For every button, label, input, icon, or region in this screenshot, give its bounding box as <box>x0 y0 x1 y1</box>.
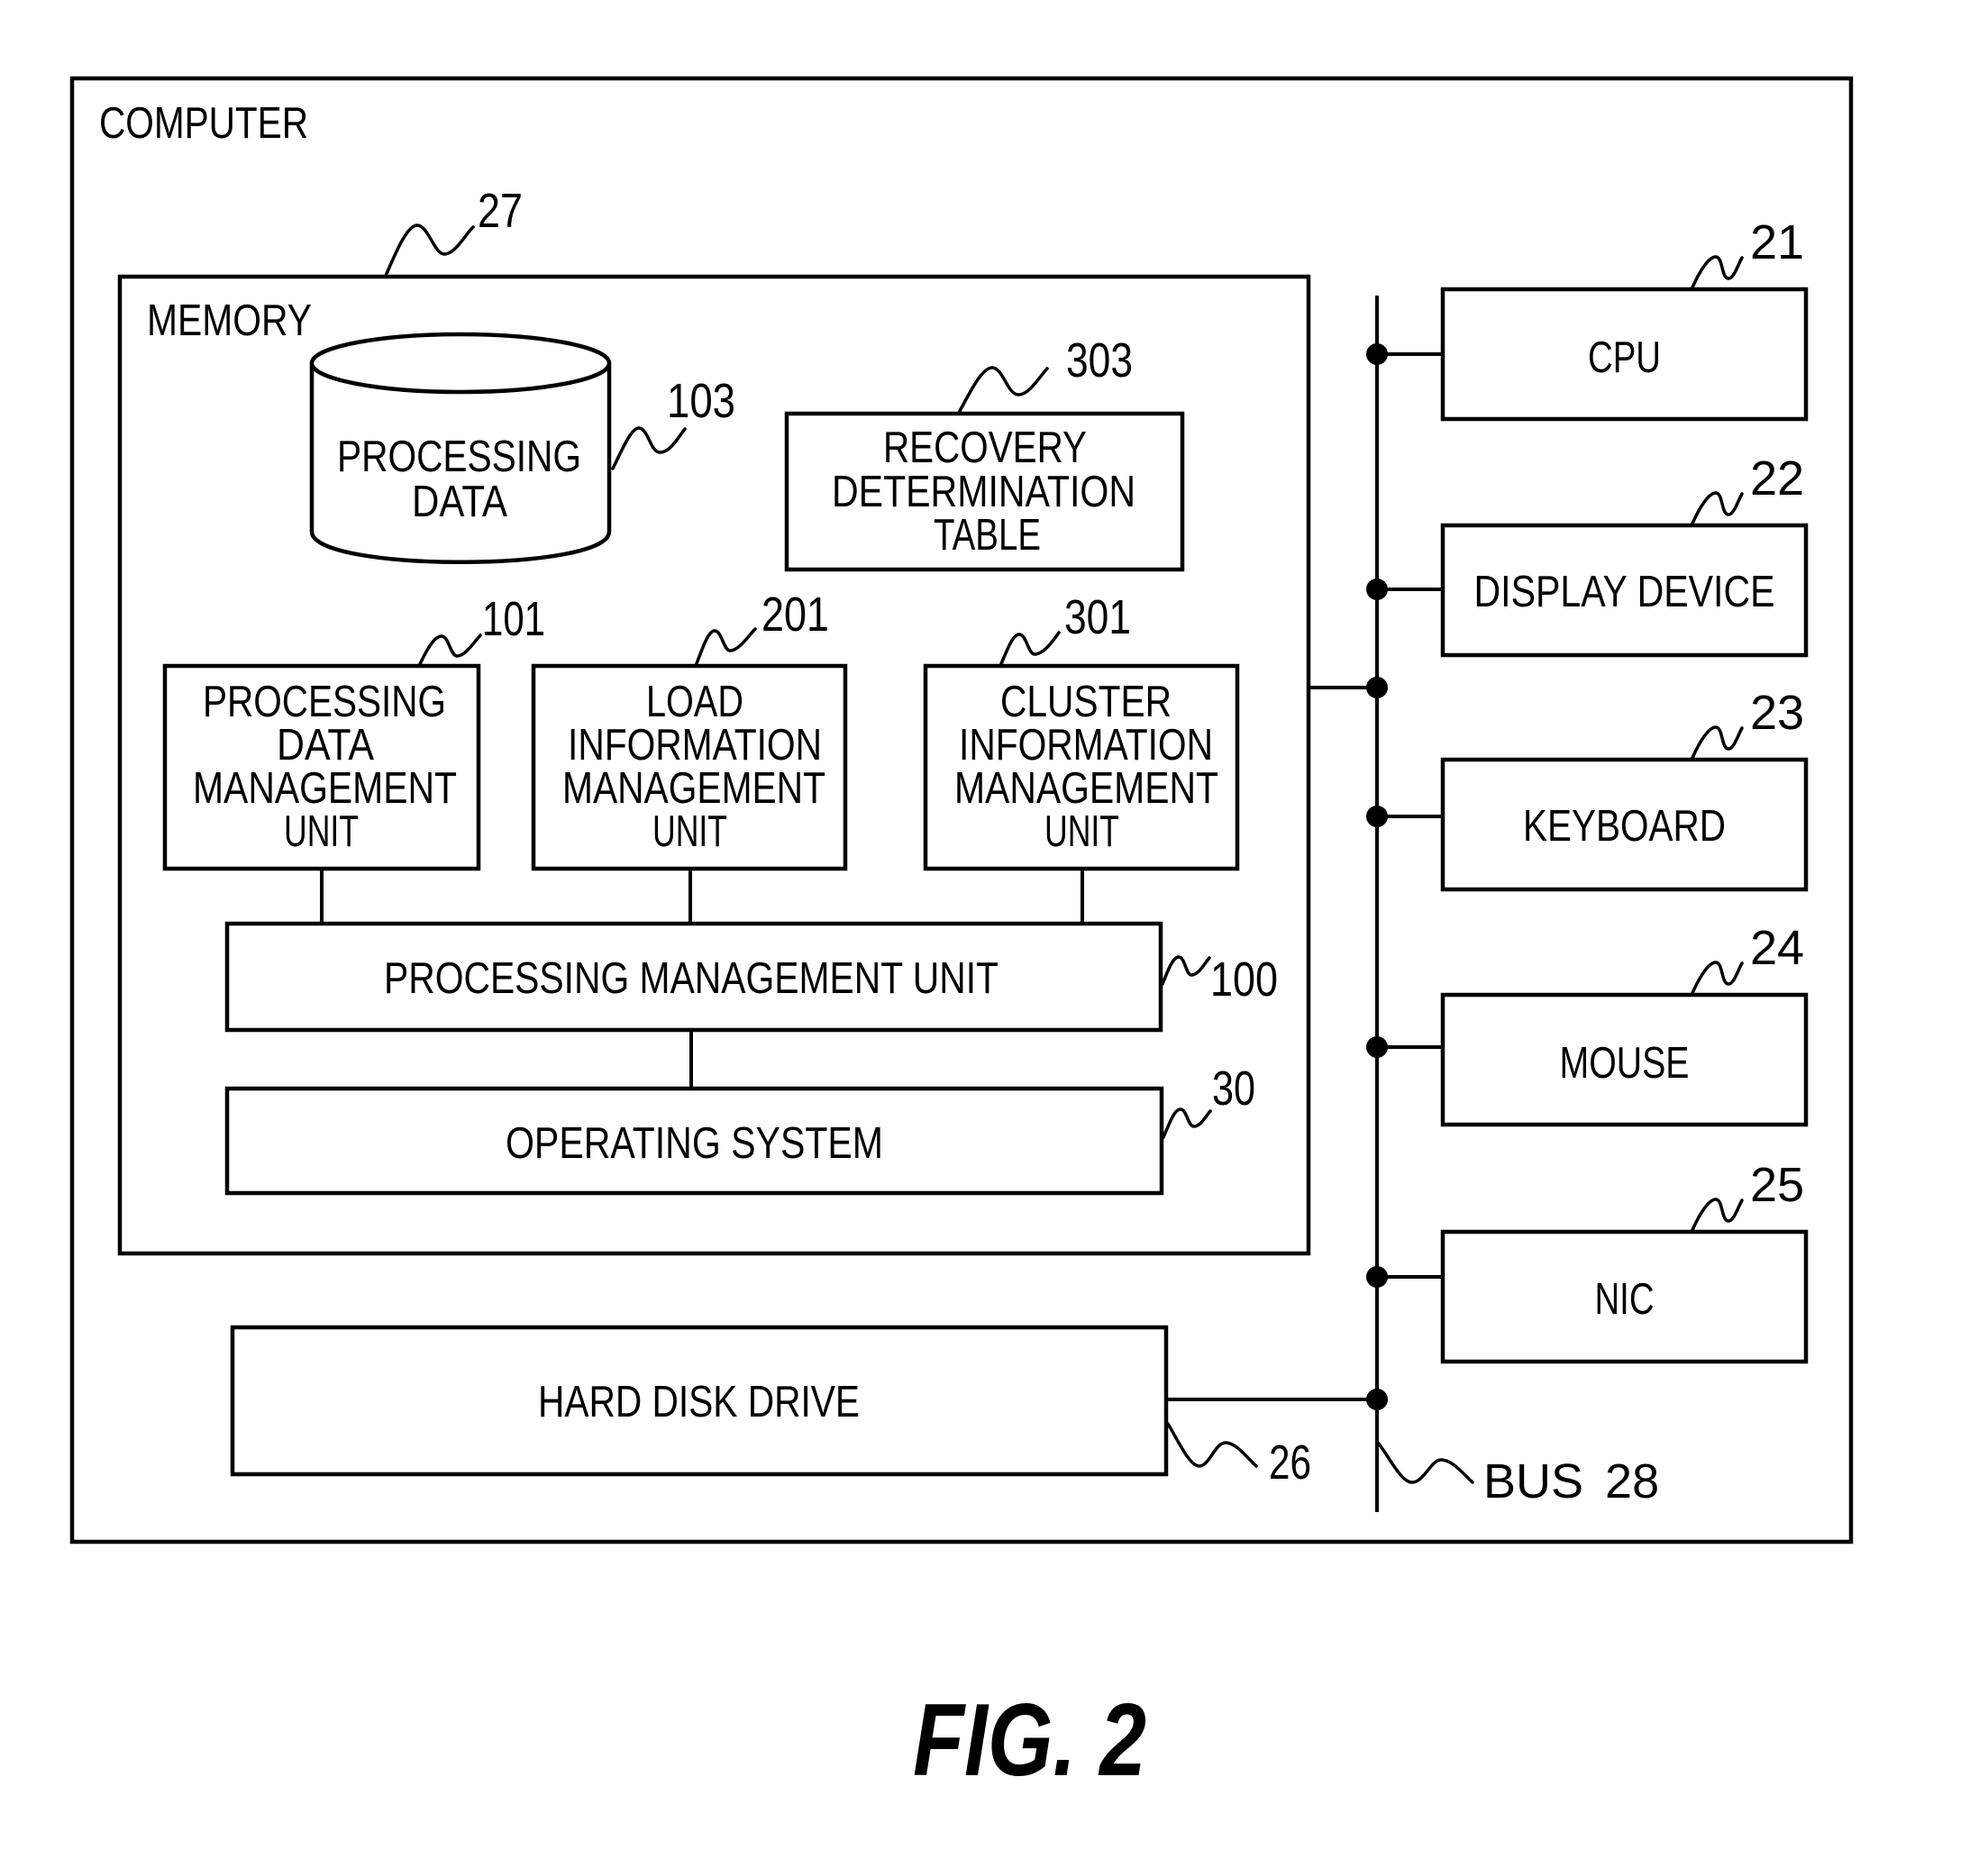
unit-label-line-1: LOAD <box>646 678 743 726</box>
pmu-label: PROCESSING MANAGEMENT UNIT <box>384 954 999 1003</box>
device-reference-numeral: 25 <box>1750 1158 1804 1212</box>
unit-label-line-4: UNIT <box>1044 807 1119 856</box>
recovery-table-label-line-1: RECOVERY <box>883 424 1087 472</box>
device-reference-numeral: 23 <box>1750 686 1804 740</box>
unit-label-line-2: DATA <box>277 721 374 770</box>
hdd-bus-junction-dot <box>1366 1389 1388 1410</box>
hdd-reference-numeral: 26 <box>1269 1435 1311 1490</box>
processing-management-unit: PROCESSING MANAGEMENT UNIT 100 <box>224 921 1278 1033</box>
bus-label-text: BUS <box>1483 1454 1583 1508</box>
device-reference-numeral: 21 <box>1750 215 1804 269</box>
os-label: OPERATING SYSTEM <box>506 1119 883 1168</box>
bus-label: BUS 28 <box>1483 1454 1659 1508</box>
unit-label-line-2: INFORMATION <box>568 721 822 770</box>
recovery-table-label-line-2: DETERMINATION <box>832 468 1135 516</box>
device-label: DISPLAY DEVICE <box>1474 568 1775 616</box>
device-label: KEYBOARD <box>1523 802 1726 851</box>
device-bus-junction-dot <box>1366 343 1388 365</box>
memory-label: MEMORY <box>147 296 312 345</box>
device-label: CPU <box>1588 333 1661 382</box>
recovery-table-reference-numeral: 303 <box>1066 333 1133 387</box>
unit-label-line-3: MANAGEMENT <box>954 764 1218 813</box>
unit-reference-numeral: 301 <box>1064 590 1131 644</box>
device-label: MOUSE <box>1560 1039 1690 1088</box>
computer-label: COMPUTER <box>99 99 308 148</box>
device-label: NIC <box>1595 1275 1655 1324</box>
unit-label-line-4: UNIT <box>284 807 359 856</box>
processing-data-label-line-1: PROCESSING <box>337 433 581 481</box>
unit-label-line-3: MANAGEMENT <box>562 764 825 813</box>
hard-disk-drive: HARD DISK DRIVE 26 <box>230 1325 1311 1490</box>
processing-data-label-line-2: DATA <box>412 478 507 526</box>
os-reference-numeral: 30 <box>1212 1062 1255 1116</box>
device-bus-junction-dot <box>1366 1036 1388 1058</box>
device-bus-junction-dot <box>1366 806 1388 827</box>
unit-reference-numeral: 101 <box>482 592 545 646</box>
device-reference-numeral: 22 <box>1750 451 1804 506</box>
cylinder-top <box>309 332 612 395</box>
memory-reference-numeral: 27 <box>478 184 523 238</box>
computer-block-diagram: COMPUTER MEMORY 27 PROCESSING DATA 103 R… <box>69 76 1854 1798</box>
unit-label-line-2: INFORMATION <box>959 721 1213 770</box>
unit-label-line-3: MANAGEMENT <box>193 764 457 813</box>
unit-label-line-1: PROCESSING <box>203 678 446 726</box>
hdd-label: HARD DISK DRIVE <box>538 1378 860 1426</box>
pmu-reference-numeral: 100 <box>1210 952 1278 1007</box>
processing-data-reference-numeral: 103 <box>667 374 735 428</box>
device-bus-junction-dot <box>1366 1266 1388 1288</box>
unit-label-line-4: UNIT <box>652 807 727 856</box>
bus-reference-numeral: 28 <box>1605 1454 1659 1508</box>
unit-reference-numeral: 201 <box>761 588 829 642</box>
figure-caption: FIG. 2 <box>913 1683 1146 1798</box>
unit-label-line-1: CLUSTER <box>1000 678 1172 726</box>
device-reference-numeral: 24 <box>1750 921 1804 975</box>
memory-bus-junction-dot <box>1366 677 1388 698</box>
recovery-table-label-line-3: TABLE <box>934 511 1041 560</box>
device-bus-junction-dot <box>1366 579 1388 600</box>
